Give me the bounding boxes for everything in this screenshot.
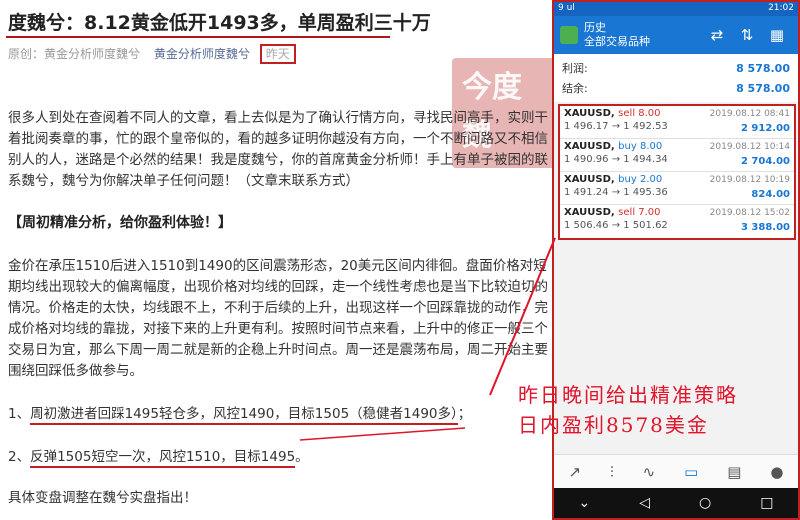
app-logo-icon bbox=[560, 26, 578, 44]
status-bar: 9 ul 21:02 bbox=[554, 2, 798, 16]
strategy-text-1: 周初激进者回踩1495轻仓多，风控1490，目标1505（稳健者1490多） bbox=[30, 406, 458, 425]
clock: 21:02 bbox=[768, 3, 794, 13]
trade-profit: 2 704.00 bbox=[740, 156, 790, 167]
item-number: 1、 bbox=[8, 406, 31, 422]
annotation-line-1: 昨日晚间给出精准策略 bbox=[518, 383, 738, 407]
news-tab-icon[interactable]: ▤ bbox=[727, 463, 741, 481]
strategy-item-1: 1、周初激进者回踩1495轻仓多，风控1490，目标1505（稳健者1490多）… bbox=[8, 402, 472, 425]
summary-row: 利润: 8 578.00 bbox=[562, 58, 790, 78]
trade-direction: sell 7.00 bbox=[618, 207, 661, 218]
author-link[interactable]: 黄金分析师度魏兮 bbox=[154, 47, 250, 61]
trade-time: 2019.08.12 15:02 bbox=[709, 208, 790, 218]
trade-profit: 3 388.00 bbox=[740, 222, 790, 233]
summary-label: 结余: bbox=[562, 82, 588, 95]
trade-row[interactable]: XAUUSD, sell 8.00 1 496.17 → 1 492.53 20… bbox=[560, 106, 794, 139]
closing-paragraph: 具体变盘调整在魏兮实盘指出！ bbox=[8, 490, 197, 506]
profit-annotation: 昨日晚间给出精准策略 日内盈利8578美金 bbox=[518, 380, 738, 440]
trade-symbol: XAUUSD, bbox=[564, 174, 615, 185]
app-bar: 历史 全部交易品种 ⇄ ⇅ ▦ bbox=[554, 16, 798, 54]
meta-label: 原创：黄金分析师度魏兮 bbox=[8, 47, 141, 61]
analysis-paragraph: 金价在承压1510后进入1510到1490的区间震荡形态，20美元区间内徘徊。盘… bbox=[8, 258, 548, 379]
trade-time: 2019.08.12 10:19 bbox=[709, 175, 790, 185]
quotes-tab-icon[interactable]: ↗ bbox=[568, 463, 581, 481]
trade-symbol: XAUUSD, bbox=[564, 108, 615, 119]
strategy-text-2: 反弹1505短空一次，风控1510，目标1495 bbox=[30, 449, 296, 468]
trade-list: XAUUSD, sell 8.00 1 496.17 → 1 492.53 20… bbox=[558, 104, 796, 240]
summary-row: 结余: 8 578.00 bbox=[562, 78, 790, 98]
back-icon[interactable]: ◁ bbox=[639, 495, 650, 511]
item-suffix: 。 bbox=[295, 449, 309, 465]
trade-direction: buy 8.00 bbox=[618, 141, 663, 152]
publish-date: 昨天 bbox=[259, 44, 296, 64]
trade-time: 2019.08.12 10:14 bbox=[709, 142, 790, 152]
account-summary: 利润: 8 578.00 结余: 8 578.00 bbox=[554, 54, 798, 102]
article: 度魏兮：8.12黄金低开1493多，单周盈利三十万 原创：黄金分析师度魏兮 黄金… bbox=[0, 0, 552, 520]
trade-direction: buy 2.00 bbox=[618, 174, 663, 185]
trade-time: 2019.08.12 08:41 bbox=[709, 109, 790, 119]
trade-symbol: XAUUSD, bbox=[564, 207, 615, 218]
trade-tab-icon[interactable]: ∿ bbox=[643, 463, 656, 481]
title-underline bbox=[6, 36, 390, 38]
trade-row[interactable]: XAUUSD, buy 2.00 1 491.24 → 1 495.36 201… bbox=[560, 172, 794, 205]
signal-indicator: 9 ul bbox=[558, 3, 575, 13]
annotation-line-2: 日内盈利8578美金 bbox=[518, 413, 709, 437]
sort-icon[interactable]: ⇅ bbox=[732, 26, 762, 44]
app-subtitle[interactable]: 全部交易品种 bbox=[584, 35, 702, 49]
chart-tab-icon[interactable]: ⫶ bbox=[610, 463, 614, 481]
android-nav-bar: ⌄ ◁ ○ □ bbox=[554, 488, 798, 518]
trade-row[interactable]: XAUUSD, buy 8.00 1 490.96 → 1 494.34 201… bbox=[560, 139, 794, 172]
app-titles: 历史 全部交易品种 bbox=[584, 21, 702, 49]
trade-profit: 2 912.00 bbox=[740, 123, 790, 134]
bottom-tab-bar: ↗ ⫶ ∿ ▭ ▤ ● bbox=[554, 454, 798, 488]
article-meta: 原创：黄金分析师度魏兮 黄金分析师度魏兮 昨天 bbox=[8, 44, 296, 64]
trade-row[interactable]: XAUUSD, sell 7.00 1 506.46 → 1 501.62 20… bbox=[560, 205, 794, 238]
history-tab-icon[interactable]: ▭ bbox=[684, 463, 698, 481]
intro-paragraph: 很多人到处在查阅着不同人的文章，看上去似是为了确认行情方向，寻找民间高手，实则干… bbox=[8, 110, 548, 189]
hide-keyboard-icon[interactable]: ⌄ bbox=[579, 495, 591, 511]
strategy-item-2: 2、反弹1505短空一次，风控1510，目标1495。 bbox=[8, 445, 309, 468]
summary-value: 8 578.00 bbox=[736, 81, 790, 95]
section-heading: 【周初精准分析，给你盈利体验！】 bbox=[8, 215, 232, 231]
recents-icon[interactable]: □ bbox=[760, 495, 773, 511]
item-suffix: ； bbox=[457, 406, 472, 422]
trade-profit: 824.00 bbox=[751, 189, 790, 200]
home-icon[interactable]: ○ bbox=[699, 495, 711, 511]
trade-history-screenshot: 9 ul 21:02 历史 全部交易品种 ⇄ ⇅ ▦ 利润: 8 578.00 … bbox=[552, 0, 800, 520]
item-number: 2、 bbox=[8, 449, 31, 465]
chat-tab-icon[interactable]: ● bbox=[770, 463, 783, 481]
watermark-line-1: 今度 bbox=[462, 70, 522, 105]
filter-icon[interactable]: ⇄ bbox=[702, 26, 732, 44]
calendar-icon[interactable]: ▦ bbox=[762, 26, 792, 44]
trade-direction: sell 8.00 bbox=[618, 108, 661, 119]
summary-label: 利润: bbox=[562, 62, 588, 75]
trade-symbol: XAUUSD, bbox=[564, 141, 615, 152]
article-title: 度魏兮：8.12黄金低开1493多，单周盈利三十万 bbox=[8, 12, 431, 34]
summary-value: 8 578.00 bbox=[736, 61, 790, 75]
app-title: 历史 bbox=[584, 21, 606, 34]
